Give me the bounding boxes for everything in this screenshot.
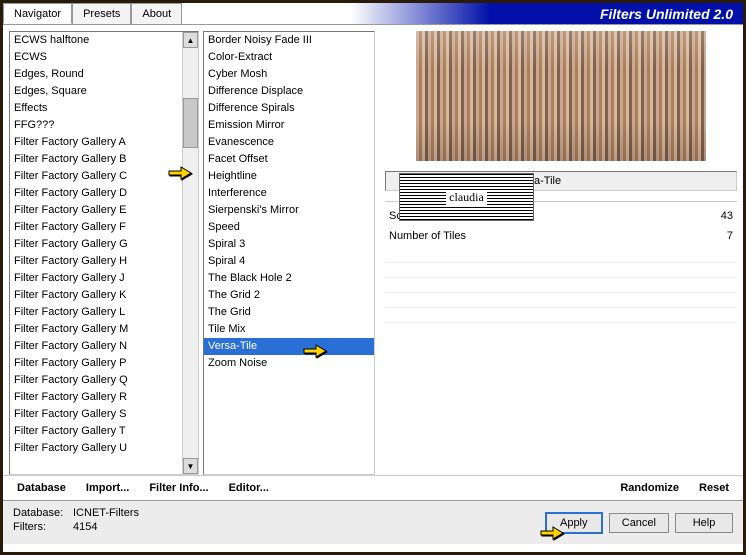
list-item[interactable]: Filter Factory Gallery Q xyxy=(10,372,182,389)
filter-info-button[interactable]: Filter Info... xyxy=(149,482,208,494)
import-button[interactable]: Import... xyxy=(86,482,129,494)
list-item[interactable]: ECWS xyxy=(10,49,182,66)
param-empty xyxy=(385,263,737,278)
list-item[interactable]: Edges, Round xyxy=(10,66,182,83)
list-item[interactable]: ECWS halftone xyxy=(10,32,182,49)
apply-button[interactable]: Apply xyxy=(545,512,603,534)
list-item[interactable]: Interference xyxy=(204,185,374,202)
list-item[interactable]: Color-Extract xyxy=(204,49,374,66)
scrollbar[interactable]: ▲ ▼ xyxy=(182,32,198,474)
watermark-overlay: claudia xyxy=(399,173,534,221)
help-button[interactable]: Help xyxy=(675,513,733,533)
list-item[interactable]: Filter Factory Gallery L xyxy=(10,304,182,321)
list-item[interactable]: Filter Factory Gallery G xyxy=(10,236,182,253)
list-item[interactable]: Filter Factory Gallery B xyxy=(10,151,182,168)
param-value: 43 xyxy=(721,210,733,222)
list-item[interactable]: Filter Factory Gallery M xyxy=(10,321,182,338)
list-item[interactable]: Filter Factory Gallery C xyxy=(10,168,182,185)
status-filters-value: 4154 xyxy=(73,521,97,533)
list-item[interactable]: Filter Factory Gallery K xyxy=(10,287,182,304)
param-empty xyxy=(385,293,737,308)
cancel-button[interactable]: Cancel xyxy=(609,513,669,533)
list-item[interactable]: Border Noisy Fade III xyxy=(204,32,374,49)
list-item[interactable]: Tile Mix xyxy=(204,321,374,338)
list-item[interactable]: Cyber Mosh xyxy=(204,66,374,83)
list-item[interactable]: Versa-Tile xyxy=(204,338,374,355)
list-item[interactable]: Zoom Noise xyxy=(204,355,374,372)
list-item[interactable]: Spiral 3 xyxy=(204,236,374,253)
app-title: Filters Unlimited 2.0 xyxy=(600,6,733,22)
param-tiles[interactable]: Number of Tiles 7 xyxy=(385,228,737,244)
list-item[interactable]: Filter Factory Gallery A xyxy=(10,134,182,151)
list-item[interactable]: Heightline xyxy=(204,168,374,185)
database-button[interactable]: Database xyxy=(17,482,66,494)
status-db-label: Database: xyxy=(13,507,67,519)
editor-button[interactable]: Editor... xyxy=(229,482,269,494)
tab-about[interactable]: About xyxy=(131,3,182,24)
list-item[interactable]: The Black Hole 2 xyxy=(204,270,374,287)
list-item[interactable]: Edges, Square xyxy=(10,83,182,100)
param-empty xyxy=(385,248,737,263)
header: Navigator Presets About Filters Unlimite… xyxy=(3,3,743,25)
list-item[interactable]: Facet Offset xyxy=(204,151,374,168)
list-item[interactable]: Sierpenski's Mirror xyxy=(204,202,374,219)
scroll-up-icon[interactable]: ▲ xyxy=(183,32,198,48)
list-item[interactable]: Filter Factory Gallery D xyxy=(10,185,182,202)
main-panel: ECWS halftoneECWSEdges, RoundEdges, Squa… xyxy=(3,25,743,475)
list-item[interactable]: Filter Factory Gallery J xyxy=(10,270,182,287)
title-bar: Filters Unlimited 2.0 xyxy=(182,3,743,24)
list-item[interactable]: Filter Factory Gallery E xyxy=(10,202,182,219)
list-item[interactable]: Filter Factory Gallery P xyxy=(10,355,182,372)
tab-navigator[interactable]: Navigator xyxy=(3,3,72,24)
list-item[interactable]: Filter Factory Gallery T xyxy=(10,423,182,440)
status-bar: Database: ICNET-Filters Filters: 4154 Ap… xyxy=(3,500,743,544)
list-item[interactable]: Filter Factory Gallery F xyxy=(10,219,182,236)
list-item[interactable]: Filter Factory Gallery H xyxy=(10,253,182,270)
scroll-down-icon[interactable]: ▼ xyxy=(183,458,198,474)
scroll-thumb[interactable] xyxy=(183,98,198,148)
status-db-value: ICNET-Filters xyxy=(73,507,139,519)
list-item[interactable]: Filter Factory Gallery S xyxy=(10,406,182,423)
list-item[interactable]: Effects xyxy=(10,100,182,117)
preview-image xyxy=(416,31,706,161)
list-item[interactable]: Filter Factory Gallery U xyxy=(10,440,182,457)
list-item[interactable]: Evanescence xyxy=(204,134,374,151)
reset-button[interactable]: Reset xyxy=(699,482,729,494)
parameter-area: Scale 43 Number of Tiles 7 xyxy=(385,201,737,475)
list-item[interactable]: Spiral 4 xyxy=(204,253,374,270)
param-empty xyxy=(385,308,737,323)
list-item[interactable]: Filter Factory Gallery R xyxy=(10,389,182,406)
tab-presets[interactable]: Presets xyxy=(72,3,131,24)
list-item[interactable]: FFG??? xyxy=(10,117,182,134)
watermark-text: claudia xyxy=(446,190,487,205)
tab-bar: Navigator Presets About xyxy=(3,3,182,24)
param-empty xyxy=(385,278,737,293)
list-item[interactable]: The Grid xyxy=(204,304,374,321)
list-item[interactable]: Filter Factory Gallery N xyxy=(10,338,182,355)
status-filters-label: Filters: xyxy=(13,521,67,533)
param-label: Number of Tiles xyxy=(389,230,466,242)
category-list[interactable]: ECWS halftoneECWSEdges, RoundEdges, Squa… xyxy=(9,31,199,475)
list-item[interactable]: The Grid 2 xyxy=(204,287,374,304)
list-item[interactable]: Speed xyxy=(204,219,374,236)
preview-panel: Versa-Tile Scale 43 Number of Tiles 7 xyxy=(375,31,737,475)
randomize-button[interactable]: Randomize xyxy=(620,482,679,494)
list-item[interactable]: Difference Spirals xyxy=(204,100,374,117)
param-value: 7 xyxy=(727,230,733,242)
toolbar: Database Import... Filter Info... Editor… xyxy=(3,475,743,500)
list-item[interactable]: Difference Displace xyxy=(204,83,374,100)
filter-list[interactable]: Border Noisy Fade IIIColor-ExtractCyber … xyxy=(203,31,375,475)
list-item[interactable]: Emission Mirror xyxy=(204,117,374,134)
